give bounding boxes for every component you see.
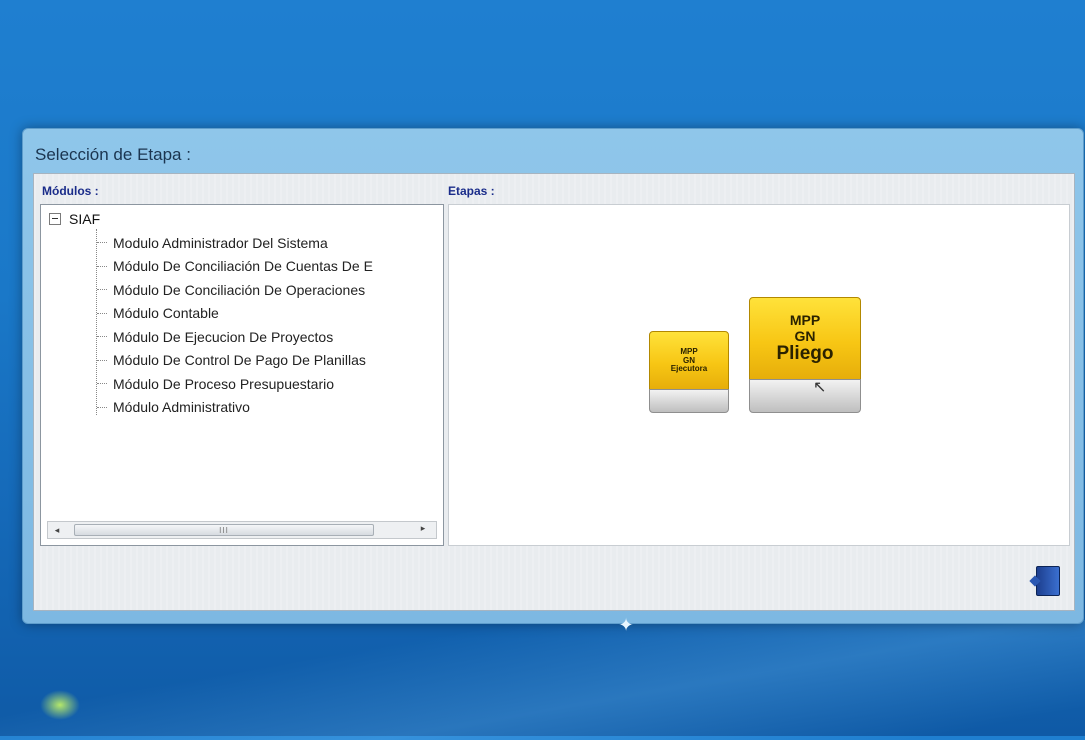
tree-item-contable[interactable]: Módulo Contable — [97, 302, 373, 326]
mouse-pointer-icon: ↖ — [813, 379, 827, 396]
stage-button-pliego[interactable]: MPP GN Pliego — [749, 297, 861, 413]
stages-label: Etapas : — [448, 184, 495, 198]
exit-door-icon[interactable] — [1036, 566, 1060, 596]
tree-collapse-icon[interactable] — [49, 213, 61, 225]
stage-selection-window: Selección de Etapa : Módulos : Etapas : … — [22, 128, 1084, 624]
tree-item-conciliacion-operaciones[interactable]: Módulo De Conciliación De Operaciones — [97, 278, 373, 302]
modules-label: Módulos : — [42, 184, 99, 198]
scroll-right-icon[interactable]: ▸ — [414, 523, 432, 534]
window-client-area: Módulos : Etapas : SIAF Modulo Administr… — [33, 173, 1075, 611]
tree-items: Modulo Administrador Del Sistema Módulo … — [97, 231, 373, 419]
desktop-cursor-icon: ✦ — [618, 615, 634, 635]
tree-item-proceso-presupuestario[interactable]: Módulo De Proceso Presupuestario — [97, 372, 373, 396]
modules-tree[interactable]: SIAF Modulo Administrador Del Sistema Mó… — [40, 204, 444, 546]
tree-root-label: SIAF — [69, 211, 101, 227]
scroll-left-icon[interactable]: ◂ — [48, 525, 66, 536]
stage-button-ejecutora[interactable]: MPP GN Ejecutora — [649, 331, 729, 413]
tree-item-administrador[interactable]: Modulo Administrador Del Sistema — [97, 231, 373, 255]
tree-item-control-planillas[interactable]: Módulo De Control De Pago De Planillas — [97, 349, 373, 373]
horizontal-scrollbar[interactable]: ◂ III ▸ — [47, 521, 437, 539]
scroll-thumb[interactable]: III — [74, 524, 374, 536]
tree-item-administrativo[interactable]: Módulo Administrativo — [97, 396, 373, 420]
desktop-wallpaper-streak — [0, 620, 1085, 740]
desktop-logo — [40, 690, 80, 720]
tree-item-ejecucion-proyectos[interactable]: Módulo De Ejecucion De Proyectos — [97, 325, 373, 349]
tree-root-siaf[interactable]: SIAF — [49, 211, 100, 227]
window-title: Selección de Etapa : — [35, 145, 191, 164]
tree-item-conciliacion-cuentas[interactable]: Módulo De Conciliación De Cuentas De E — [97, 255, 373, 279]
stages-area: MPP GN Ejecutora MPP GN Pliego ↖ — [448, 204, 1070, 546]
